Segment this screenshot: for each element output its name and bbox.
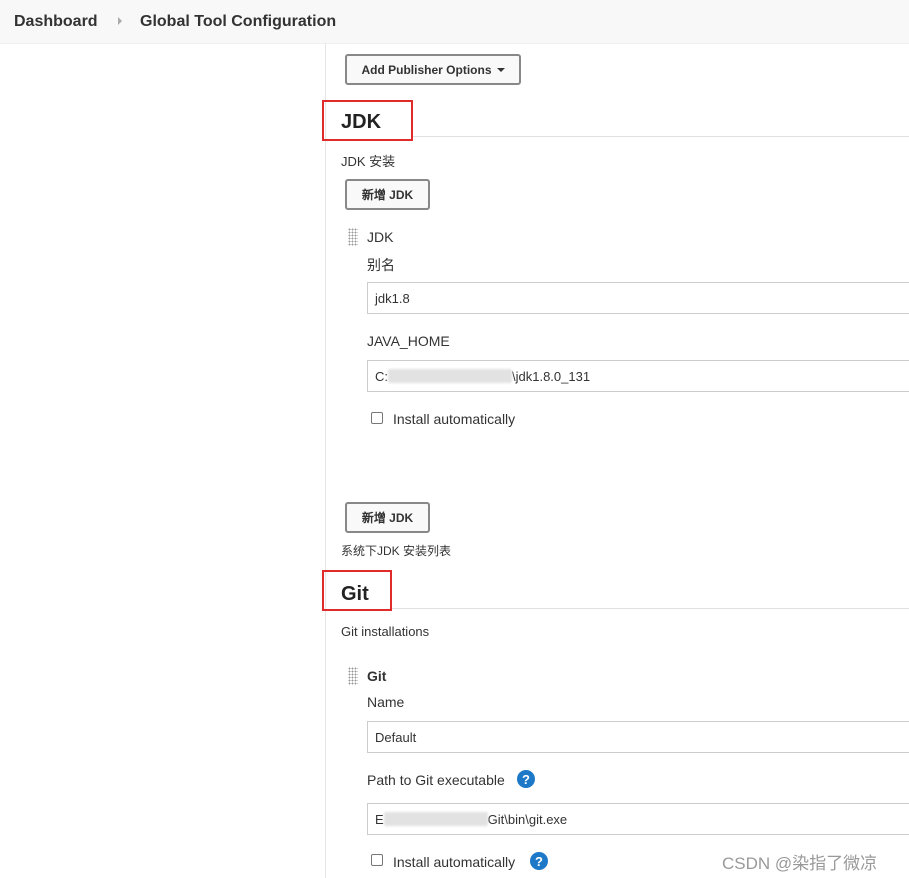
- jdk-section-title: JDK: [341, 111, 382, 133]
- add-publisher-options-label: Add Publisher Options: [361, 62, 492, 77]
- jdk-installations-label: JDK 安装: [341, 154, 396, 169]
- redacted-path-blur: [383, 812, 488, 826]
- jdk-install-automatically-label: Install automatically: [393, 411, 516, 427]
- java-home-label: JAVA_HOME: [367, 333, 450, 349]
- git-path-suffix: Git\bin\git.exe: [487, 811, 568, 827]
- breadcrumb: Dashboard Global Tool Configuration: [0, 0, 909, 44]
- jdk-section-divider: [413, 136, 909, 137]
- git-installations-label: Git installations: [341, 624, 430, 639]
- jdk-alias-value: jdk1.8: [375, 290, 410, 306]
- redacted-path-blur: [388, 369, 512, 383]
- help-icon[interactable]: ?: [530, 852, 548, 870]
- jdk-alias-label: 别名: [367, 257, 395, 273]
- git-path-prefix: E: [375, 811, 384, 827]
- add-jdk-button-bottom[interactable]: 新增 JDK: [345, 502, 430, 533]
- drag-handle-icon[interactable]: [348, 667, 358, 685]
- chevron-right-icon: [118, 17, 122, 25]
- caret-down-icon: [496, 67, 505, 72]
- breadcrumb-current: Global Tool Configuration: [140, 13, 337, 30]
- add-publisher-options-button[interactable]: Add Publisher Options: [345, 54, 521, 85]
- git-section-divider: [392, 608, 909, 609]
- git-install-automatically-checkbox[interactable]: [371, 854, 383, 866]
- breadcrumb-dashboard[interactable]: Dashboard: [14, 13, 98, 31]
- add-jdk-button[interactable]: 新增 JDK: [345, 179, 430, 210]
- jdk-install-automatically-checkbox[interactable]: [371, 412, 383, 424]
- java-home-prefix: C:: [375, 368, 388, 384]
- help-icon[interactable]: ?: [517, 770, 535, 788]
- content-divider: [325, 43, 326, 878]
- git-name-label: Name: [367, 694, 405, 710]
- jdk-alias-input[interactable]: jdk1.8: [367, 282, 909, 314]
- watermark: CSDN @染指了微凉: [722, 854, 878, 873]
- drag-handle-icon[interactable]: [348, 228, 358, 246]
- java-home-suffix: \jdk1.8.0_131: [512, 368, 591, 384]
- java-home-input[interactable]: C: \jdk1.8.0_131: [367, 360, 909, 392]
- git-install-automatically-label: Install automatically: [393, 854, 516, 870]
- git-name-value: Default: [375, 729, 417, 745]
- jdk-item-header: JDK: [367, 229, 394, 245]
- jdk-list-hint: 系统下JDK 安装列表: [341, 544, 452, 558]
- git-item-header: Git: [367, 668, 387, 684]
- git-path-input[interactable]: E Git\bin\git.exe: [367, 803, 909, 835]
- git-path-label: Path to Git executable: [367, 772, 505, 788]
- git-name-input[interactable]: Default: [367, 721, 909, 753]
- git-section-title: Git: [341, 583, 369, 605]
